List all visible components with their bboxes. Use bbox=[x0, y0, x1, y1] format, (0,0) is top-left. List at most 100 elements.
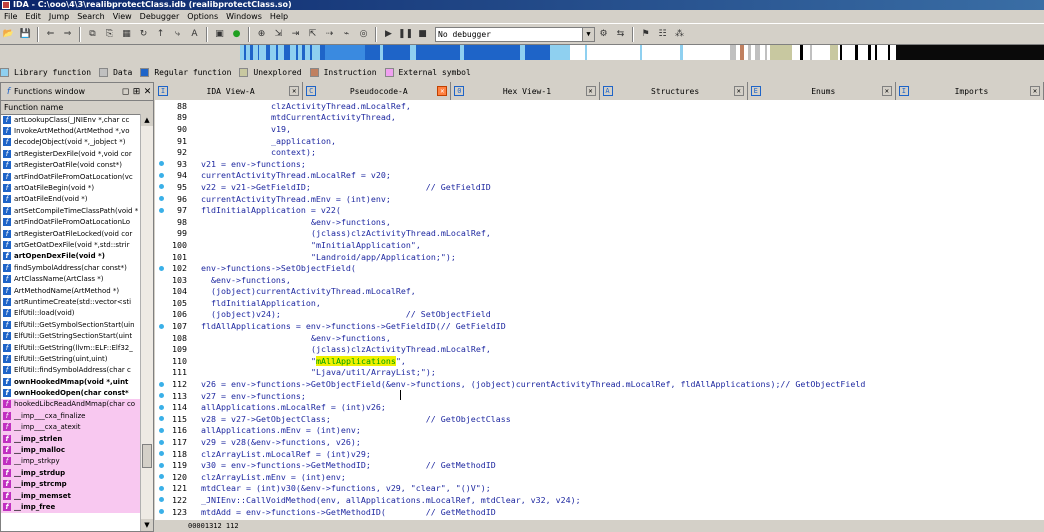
code-line[interactable]: 119 v30 = env->functions->GetMethodID; //… bbox=[155, 459, 1044, 471]
breakpoint-dot-icon[interactable] bbox=[159, 265, 164, 271]
trace-icon[interactable]: ⌁ bbox=[339, 27, 354, 42]
tab-ida-view-a[interactable]: I IDA View-A ✕ bbox=[155, 82, 304, 100]
function-list-item[interactable]: f __imp_strdup bbox=[1, 467, 141, 479]
code-line[interactable]: 106 (jobject)v24); // SetObjectField bbox=[155, 309, 1044, 321]
back-arrow-icon[interactable]: ⇐ bbox=[43, 27, 58, 42]
function-list-item[interactable]: f ElfUtil::findSymbolAddress(char c bbox=[1, 365, 141, 376]
up-arrow-icon[interactable]: ↑ bbox=[153, 27, 168, 42]
function-list-item[interactable]: f artOatFileEnd(void *) bbox=[1, 194, 141, 205]
code-line[interactable]: 107 fldAllApplications = env->functions->… bbox=[155, 320, 1044, 332]
code-line[interactable]: 91 _application, bbox=[155, 135, 1044, 147]
functions-scrollbar[interactable]: ▲ ▼ bbox=[140, 114, 153, 531]
code-line[interactable]: 108 &env->functions, bbox=[155, 332, 1044, 344]
refresh-icon[interactable]: ↻ bbox=[136, 27, 151, 42]
menu-item-windows[interactable]: Windows bbox=[222, 12, 266, 21]
menu-item-search[interactable]: Search bbox=[73, 12, 108, 21]
code-line[interactable]: 88 clzActivityThread.mLocalRef, bbox=[155, 100, 1044, 112]
close-icon[interactable]: ✕ bbox=[437, 86, 448, 96]
function-list-item[interactable]: f __imp_strcmp bbox=[1, 478, 141, 490]
step-out-icon[interactable]: ⇱ bbox=[305, 27, 320, 42]
code-line[interactable]: 102 env->functions->SetObjectField( bbox=[155, 262, 1044, 274]
code-line[interactable]: 105 fldInitialApplication, bbox=[155, 297, 1044, 309]
flag-icon[interactable]: ⚑ bbox=[638, 27, 653, 42]
function-list-item[interactable]: f __imp_memset bbox=[1, 489, 141, 502]
scroll-up-icon[interactable]: ▲ bbox=[141, 114, 153, 126]
code-line[interactable]: 104 (jobject)currentActivityThread.mLocal… bbox=[155, 286, 1044, 298]
code-line[interactable]: 111 "Ljava/util/ArrayList;"); bbox=[155, 367, 1044, 379]
code-line[interactable]: 89 mtdCurrentActivityThread, bbox=[155, 112, 1044, 124]
code-line[interactable]: 123 mtdAdd = env->functions->GetMethodID(… bbox=[155, 506, 1044, 518]
code-line[interactable]: 96 currentActivityThread.mEnv = (int)env; bbox=[155, 193, 1044, 205]
code-line[interactable]: 99 (jclass)clzActivityThread.mLocalRef, bbox=[155, 228, 1044, 240]
function-list-item[interactable]: f ownHookedMmap(void *,uint bbox=[1, 376, 141, 387]
restore-icon[interactable]: ◻ bbox=[120, 87, 131, 97]
debugger-select[interactable]: No debugger ▼ bbox=[435, 26, 595, 42]
function-list-item[interactable]: f ElfUtil::GetStringSectionStart(uint bbox=[1, 330, 141, 341]
function-list-item[interactable]: f __imp_strlen bbox=[1, 432, 141, 445]
code-line[interactable]: 114 allApplications.mLocalRef = (int)v26; bbox=[155, 401, 1044, 413]
menu-item-debugger[interactable]: Debugger bbox=[136, 12, 184, 21]
code-line[interactable]: 100 "mInitialApplication", bbox=[155, 239, 1044, 251]
function-list-item[interactable]: f artFindOatFileFromOatLocation(vc bbox=[1, 171, 141, 182]
forward-arrow-icon[interactable]: ⇒ bbox=[60, 27, 75, 42]
close-icon[interactable]: ✕ bbox=[733, 86, 744, 96]
run-icon[interactable]: ● bbox=[229, 27, 244, 42]
function-list-item[interactable]: f artOpenDexFile(void *) bbox=[1, 251, 141, 262]
menu-item-view[interactable]: View bbox=[109, 12, 136, 21]
stop-icon[interactable]: ■ bbox=[415, 27, 430, 42]
close-icon[interactable]: ✕ bbox=[142, 87, 153, 97]
code-line[interactable]: 121 mtdClear = (int)v30(&env->functions, … bbox=[155, 483, 1044, 495]
function-list-item[interactable]: f artGetOatDexFile(void *,std::strir bbox=[1, 239, 141, 250]
close-icon[interactable]: ✕ bbox=[289, 86, 300, 96]
code-line[interactable]: 103 &env->functions, bbox=[155, 274, 1044, 286]
tab-pseudocode-a[interactable]: C Pseudocode-A ✕ bbox=[303, 82, 452, 100]
paste-icon[interactable]: ⎘ bbox=[102, 27, 117, 42]
function-list-item[interactable]: f ElfUtil::load(void) bbox=[1, 308, 141, 319]
function-list-item[interactable]: f ElfUtil::GetString(uint,uint) bbox=[1, 353, 141, 364]
breakpoint-dot-icon[interactable] bbox=[159, 485, 164, 491]
code-line[interactable]: 116 allApplications.mEnv = (int)env; bbox=[155, 425, 1044, 437]
function-list-item[interactable]: f ArtMethodName(ArtMethod *) bbox=[1, 285, 141, 296]
code-line[interactable]: 94 currentActivityThread.mLocalRef = v20; bbox=[155, 170, 1044, 182]
function-list-item[interactable]: f __imp___cxa_atexit bbox=[1, 421, 141, 433]
function-list-item[interactable]: f InvokeArtMethod(ArtMethod *,vo bbox=[1, 125, 141, 136]
code-line[interactable]: 112 v26 = env->functions->GetObjectField(… bbox=[155, 378, 1044, 390]
function-list-item[interactable]: f ArtClassName(ArtClass *) bbox=[1, 273, 141, 284]
menu-item-file[interactable]: File bbox=[0, 12, 21, 21]
menu-item-options[interactable]: Options bbox=[183, 12, 222, 21]
structure-icon[interactable]: ☷ bbox=[655, 27, 670, 42]
menu-item-edit[interactable]: Edit bbox=[21, 12, 45, 21]
function-list-item[interactable]: f artRegisterDexFile(void *,void cor bbox=[1, 148, 141, 159]
navigation-band[interactable] bbox=[240, 45, 1044, 60]
jump-icon[interactable]: ⤷ bbox=[170, 27, 185, 42]
attach-icon[interactable]: ⇆ bbox=[613, 27, 628, 42]
function-list-item[interactable]: f decodeJObject(void *,_jobject *) bbox=[1, 137, 141, 148]
breakpoint-dot-icon[interactable] bbox=[159, 427, 164, 433]
chevron-down-icon[interactable]: ▼ bbox=[582, 27, 594, 41]
watch-icon[interactable]: ◎ bbox=[356, 27, 371, 42]
binary-icon[interactable]: ▦ bbox=[119, 27, 134, 42]
function-list-item[interactable]: f artFindOatFileFromOatLocationLo bbox=[1, 217, 141, 228]
functions-column-header[interactable]: Function name bbox=[1, 101, 153, 115]
function-list-item[interactable]: f hookedLibcReadAndMmap(char co bbox=[1, 398, 141, 411]
play-icon[interactable]: ▶ bbox=[381, 27, 396, 42]
function-list-item[interactable]: f artOatFileBegin(void *) bbox=[1, 182, 141, 193]
function-list-item[interactable]: f __imp_malloc bbox=[1, 444, 141, 456]
scroll-thumb[interactable] bbox=[142, 444, 152, 468]
tab-imports[interactable]: I Imports ✕ bbox=[896, 82, 1044, 100]
code-line[interactable]: 101 "Landroid/app/Application;"); bbox=[155, 251, 1044, 263]
function-list-item[interactable]: f artSetCompileTimeClassPath(void * bbox=[1, 205, 141, 216]
copy-icon[interactable]: ⧉ bbox=[85, 27, 100, 42]
code-line[interactable]: 118 clzArrayList.mLocalRef = (int)v29; bbox=[155, 448, 1044, 460]
code-line[interactable]: 109 (jclass)clzActivityThread.mLocalRef, bbox=[155, 343, 1044, 355]
breakpoint-dot-icon[interactable] bbox=[159, 207, 164, 213]
breakpoint-icon[interactable]: ⊕ bbox=[254, 27, 269, 42]
breakpoint-dot-icon[interactable] bbox=[159, 439, 164, 445]
function-list-item[interactable]: f findSymbolAddress(char const*) bbox=[1, 262, 141, 273]
close-icon[interactable]: ✕ bbox=[585, 86, 596, 96]
function-list-item[interactable]: f __imp_strkpy bbox=[1, 455, 141, 468]
function-list-item[interactable]: f __imp___cxa_finalize bbox=[1, 410, 141, 422]
pin-icon[interactable]: ⊞ bbox=[131, 87, 142, 97]
breakpoint-dot-icon[interactable] bbox=[159, 172, 164, 178]
breakpoint-dot-icon[interactable] bbox=[159, 323, 164, 329]
